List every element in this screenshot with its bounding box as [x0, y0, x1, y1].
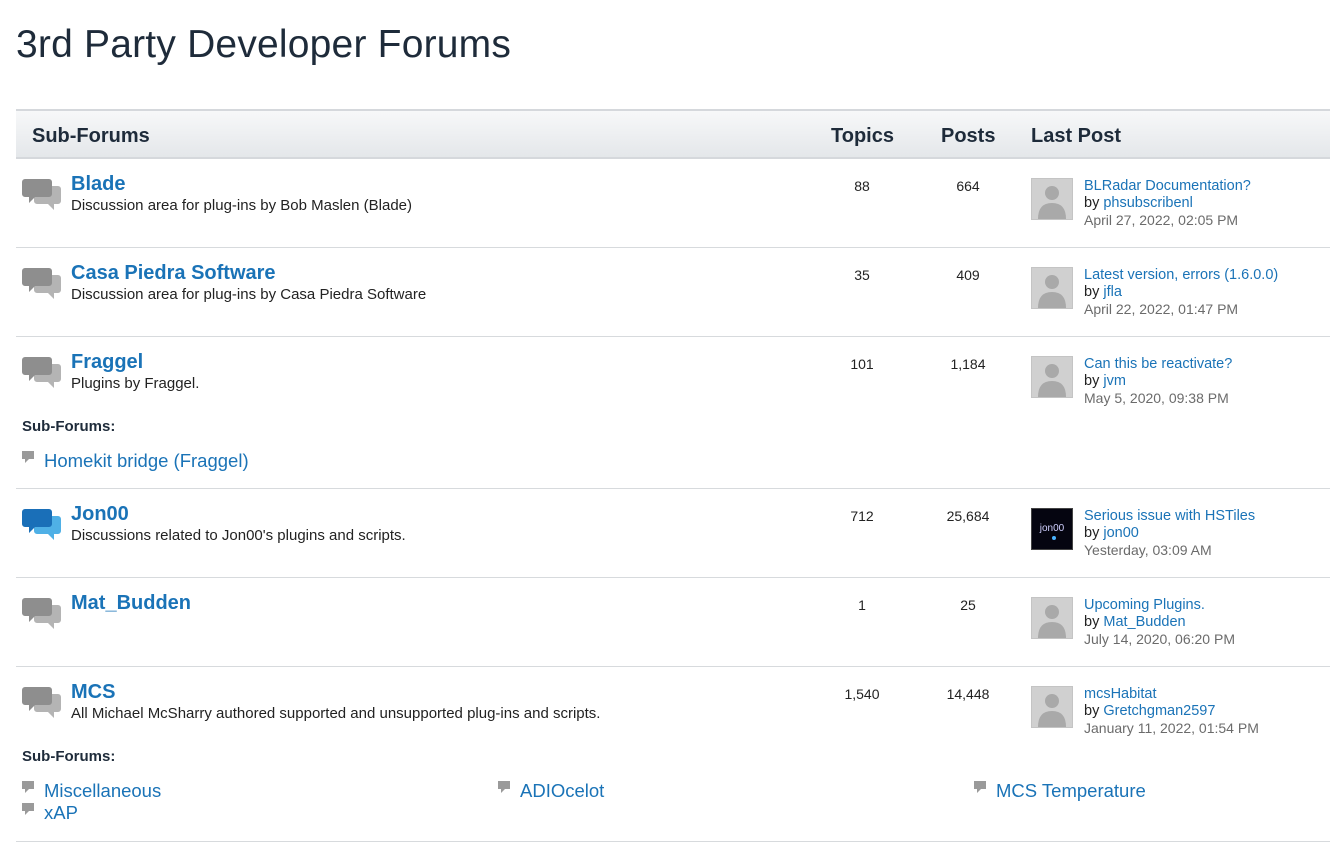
forum-description: Plugins by Fraggel.: [71, 375, 200, 392]
by-label: by: [1084, 703, 1100, 719]
last-post-user[interactable]: Mat_Budden: [1103, 614, 1185, 630]
subforum-icon: [974, 781, 986, 793]
subforums-label: Sub-Forums:: [22, 418, 116, 435]
subforum-link-xap[interactable]: xAP: [44, 802, 78, 824]
header-topics: Topics: [831, 125, 894, 147]
forum-description: Discussion area for plug-ins by Bob Masl…: [71, 197, 412, 214]
speech-bubbles-icon: [22, 268, 61, 299]
last-post-title[interactable]: Can this be reactivate?: [1084, 356, 1232, 373]
by-label: by: [1084, 195, 1100, 211]
subforum-icon: [22, 803, 34, 815]
subforum-link-miscellaneous[interactable]: Miscellaneous: [44, 780, 161, 802]
default-avatar-icon: [1038, 364, 1066, 397]
speech-bubbles-new-icon: [22, 509, 61, 540]
forum-description: Discussions related to Jon00's plugins a…: [71, 527, 406, 544]
posts-count: 1,184: [950, 356, 986, 372]
last-post: mcsHabitat by Gretchgman2597 January 11,…: [1084, 686, 1259, 737]
last-post-date: April 22, 2022, 01:47 PM: [1084, 301, 1239, 317]
forum-link-blade[interactable]: Blade: [71, 173, 125, 196]
subforum-icon: [498, 781, 510, 793]
svg-text:jon00: jon00: [1039, 523, 1065, 534]
by-label: by: [1084, 373, 1100, 389]
last-post-date: July 14, 2020, 06:20 PM: [1084, 631, 1235, 647]
subforum-link-adiocelot[interactable]: ADIOcelot: [520, 780, 604, 802]
default-avatar-icon: [1038, 186, 1066, 219]
user-avatar[interactable]: [1031, 267, 1073, 309]
last-post-title[interactable]: Upcoming Plugins.: [1084, 597, 1235, 614]
page-title: 3rd Party Developer Forums: [16, 23, 512, 66]
last-post-user[interactable]: jvm: [1103, 373, 1126, 389]
subforum-link-homekit-bridge[interactable]: Homekit bridge (Fraggel): [44, 450, 249, 472]
subforum-icon: [22, 451, 34, 463]
jon00-avatar-logo: jon00: [1039, 523, 1065, 540]
by-label: by: [1084, 614, 1100, 630]
user-avatar[interactable]: jon00: [1031, 508, 1073, 550]
forum-table: Sub-Forums Topics Posts Last Post Blade …: [16, 109, 1330, 842]
forum-row-mat-budden: Mat_Budden 1 25 Upcoming Plugins. by Mat…: [16, 578, 1330, 667]
last-post: Serious issue with HSTiles by jon00 Yest…: [1084, 508, 1255, 559]
last-post-user[interactable]: Gretchgman2597: [1103, 703, 1215, 719]
by-label: by: [1084, 284, 1100, 300]
last-post-date: January 11, 2022, 01:54 PM: [1084, 720, 1259, 736]
default-avatar-icon: [1038, 694, 1066, 727]
last-post-title[interactable]: Serious issue with HSTiles: [1084, 508, 1255, 525]
last-post-date: May 5, 2020, 09:38 PM: [1084, 390, 1229, 406]
default-avatar-icon: [1038, 605, 1066, 638]
by-label: by: [1084, 525, 1100, 541]
forum-row-casa-piedra: Casa Piedra Software Discussion area for…: [16, 248, 1330, 337]
forum-link-fraggel[interactable]: Fraggel: [71, 351, 143, 374]
topics-count: 1,540: [844, 686, 880, 702]
topics-count: 101: [850, 356, 874, 372]
user-avatar[interactable]: [1031, 178, 1073, 220]
topics-count: 35: [854, 267, 870, 283]
header-last-post: Last Post: [1031, 125, 1122, 147]
forum-link-mat-budden[interactable]: Mat_Budden: [71, 592, 191, 615]
topics-count: 88: [854, 178, 870, 194]
speech-bubbles-icon: [22, 687, 61, 718]
last-post-title[interactable]: BLRadar Documentation?: [1084, 178, 1251, 195]
posts-count: 25: [960, 597, 976, 613]
user-avatar[interactable]: [1031, 356, 1073, 398]
speech-bubbles-icon: [22, 598, 61, 629]
user-avatar[interactable]: [1031, 686, 1073, 728]
speech-bubbles-icon: [22, 357, 61, 388]
forum-description: All Michael McSharry authored supported …: [71, 705, 601, 722]
forum-link-mcs[interactable]: MCS: [71, 681, 115, 704]
subforums-label: Sub-Forums:: [22, 748, 116, 765]
posts-count: 409: [956, 267, 980, 283]
last-post: Latest version, errors (1.6.0.0) by jfla…: [1084, 267, 1278, 318]
last-post-user[interactable]: jon00: [1103, 525, 1138, 541]
forum-row-blade: Blade Discussion area for plug-ins by Bo…: [16, 159, 1330, 248]
header-subforums: Sub-Forums: [32, 125, 150, 147]
last-post: Upcoming Plugins. by Mat_Budden July 14,…: [1084, 597, 1235, 648]
speech-bubbles-icon: [22, 179, 61, 210]
forum-row-jon00: Jon00 Discussions related to Jon00's plu…: [16, 489, 1330, 578]
posts-count: 14,448: [946, 686, 990, 702]
forum-link-jon00[interactable]: Jon00: [71, 503, 129, 526]
topics-count: 712: [850, 508, 874, 524]
forum-description: Discussion area for plug-ins by Casa Pie…: [71, 286, 427, 303]
subforum-icon: [22, 781, 34, 793]
last-post-user[interactable]: jfla: [1103, 284, 1122, 300]
user-avatar[interactable]: [1031, 597, 1073, 639]
header-posts: Posts: [941, 125, 996, 147]
last-post: BLRadar Documentation? by phsubscribenl …: [1084, 178, 1251, 229]
subforum-link-mcs-temperature[interactable]: MCS Temperature: [996, 780, 1146, 802]
last-post-title[interactable]: Latest version, errors (1.6.0.0): [1084, 267, 1278, 284]
posts-count: 664: [956, 178, 980, 194]
last-post: Can this be reactivate? by jvm May 5, 20…: [1084, 356, 1232, 407]
forum-row-mcs: MCS All Michael McSharry authored suppor…: [16, 667, 1330, 842]
forum-link-casa-piedra-software[interactable]: Casa Piedra Software: [71, 262, 276, 285]
last-post-date: April 27, 2022, 02:05 PM: [1084, 212, 1239, 228]
last-post-date: Yesterday, 03:09 AM: [1084, 542, 1212, 558]
table-header: Sub-Forums Topics Posts Last Post: [16, 109, 1330, 159]
forum-row-fraggel: Fraggel Plugins by Fraggel. 101 1,184 Ca…: [16, 337, 1330, 489]
posts-count: 25,684: [946, 508, 990, 524]
topics-count: 1: [858, 597, 866, 613]
last-post-title[interactable]: mcsHabitat: [1084, 686, 1259, 703]
default-avatar-icon: [1038, 275, 1066, 308]
last-post-user[interactable]: phsubscribenl: [1103, 195, 1192, 211]
